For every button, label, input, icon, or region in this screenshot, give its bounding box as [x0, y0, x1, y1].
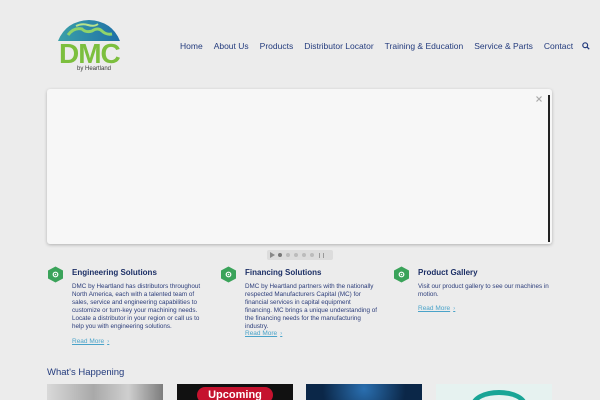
feature-title: Engineering Solutions [72, 268, 157, 277]
main-navigation: Home About Us Products Distributor Locat… [180, 38, 590, 54]
nav-distributor-locator[interactable]: Distributor Locator [304, 41, 373, 51]
nav-training-education[interactable]: Training & Education [385, 41, 464, 51]
read-more-label: Read More [418, 305, 451, 312]
chevron-right-icon: › [280, 330, 283, 337]
slider-dot[interactable] [310, 253, 314, 257]
slider-controls [267, 250, 333, 260]
ring-graphic [471, 390, 527, 400]
feature-title: Financing Solutions [245, 268, 322, 277]
slider-dot[interactable] [286, 253, 290, 257]
search-icon[interactable] [582, 42, 590, 50]
play-icon[interactable] [270, 252, 275, 258]
read-more-link[interactable]: Read More › [418, 305, 455, 312]
chevron-right-icon: › [453, 305, 456, 312]
news-thumbnail[interactable] [47, 384, 163, 400]
news-thumbnail[interactable] [436, 384, 552, 400]
pause-icon[interactable] [319, 252, 324, 258]
feature-text: DMC by Heartland partners with the natio… [245, 283, 377, 331]
gear-hex-icon [48, 266, 63, 283]
chevron-right-icon: › [107, 338, 110, 345]
read-more-label: Read More [245, 330, 278, 337]
hero-slider[interactable] [47, 89, 552, 244]
read-more-link[interactable]: Read More › [72, 338, 109, 345]
read-more-link[interactable]: Read More › [245, 330, 282, 337]
gear-hex-icon [394, 266, 409, 283]
upcoming-badge: Upcoming [197, 387, 273, 400]
feature-text: DMC by Heartland has distributors throug… [72, 283, 201, 331]
nav-home[interactable]: Home [180, 41, 203, 51]
feature-title: Product Gallery [418, 268, 478, 277]
nav-service-parts[interactable]: Service & Parts [474, 41, 533, 51]
read-more-label: Read More [72, 338, 105, 345]
slider-dot[interactable] [302, 253, 306, 257]
nav-about-us[interactable]: About Us [214, 41, 249, 51]
logo-tagline: by Heartland [77, 66, 112, 72]
close-icon[interactable] [536, 96, 542, 102]
news-thumbnail[interactable] [306, 384, 422, 400]
nav-products[interactable]: Products [260, 41, 294, 51]
site-logo[interactable]: DMC by Heartland [53, 17, 129, 75]
slider-dot[interactable] [278, 253, 282, 257]
section-heading: What's Happening [47, 367, 125, 378]
feature-text: Visit our product gallery to see our mac… [418, 283, 549, 299]
gear-hex-icon [221, 266, 236, 283]
news-thumbnail[interactable]: Upcoming [177, 384, 293, 400]
slider-edge [548, 95, 550, 242]
slider-dot[interactable] [294, 253, 298, 257]
nav-contact[interactable]: Contact [544, 41, 573, 51]
